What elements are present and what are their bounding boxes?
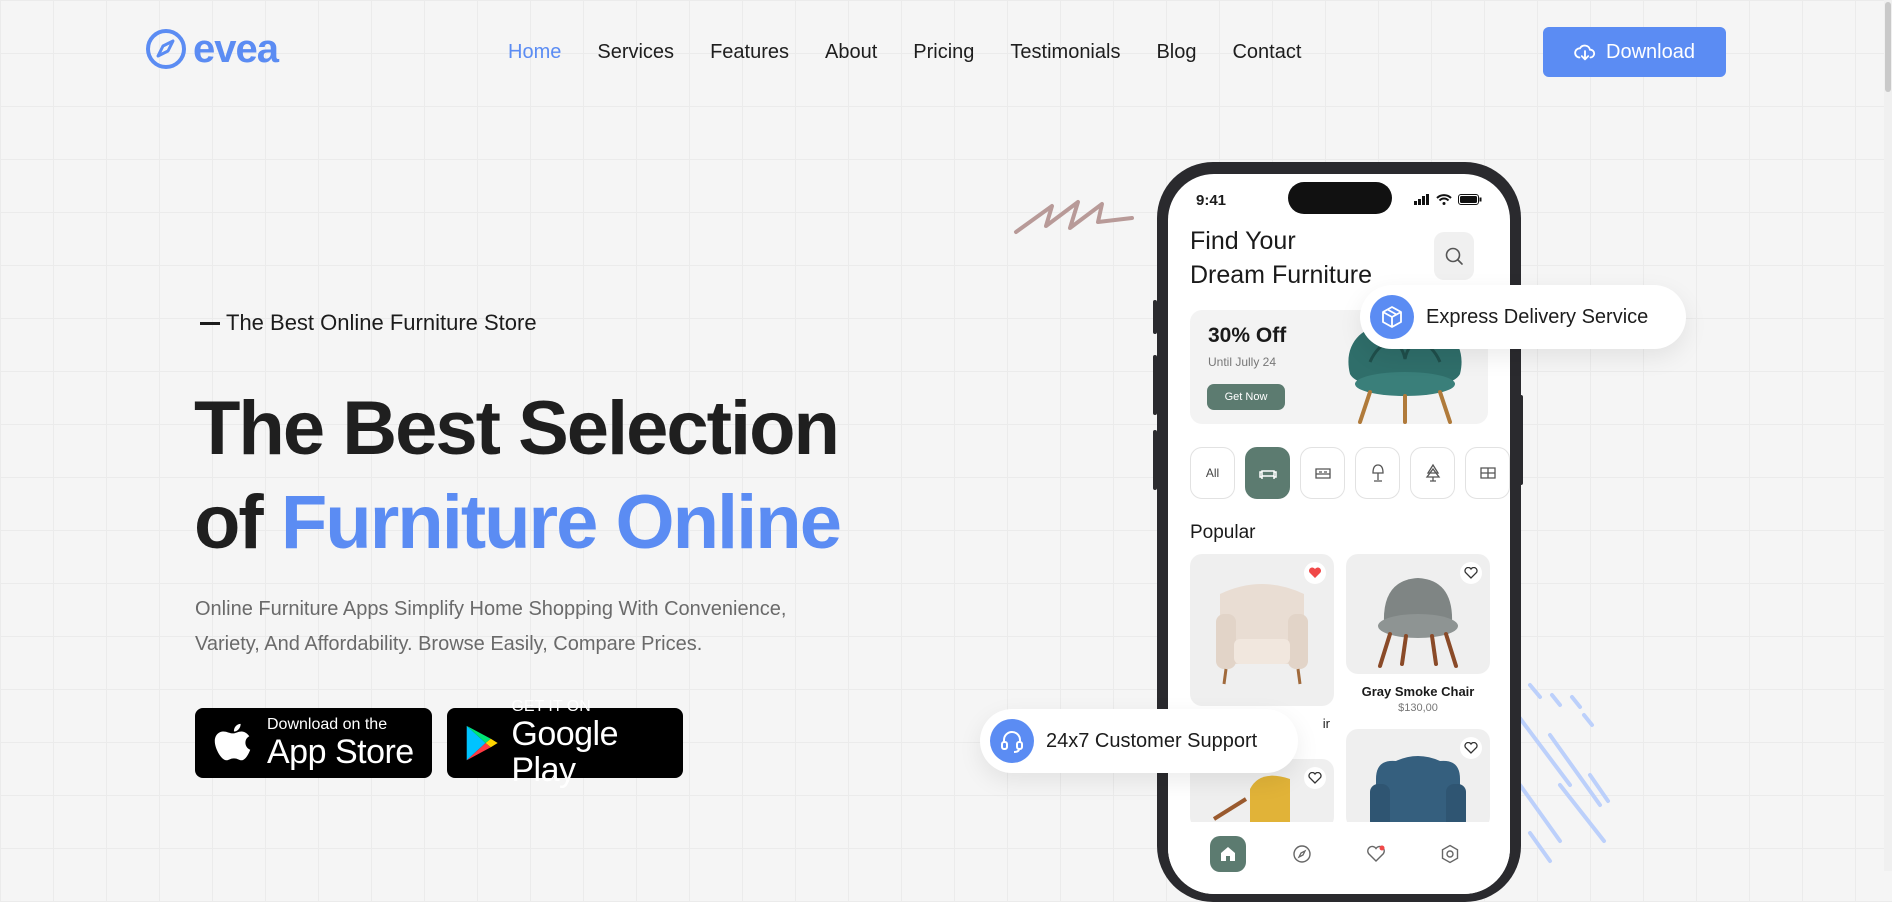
scribble-decoration <box>1014 200 1134 234</box>
category-bed[interactable] <box>1300 447 1345 499</box>
product-price: $130,00 <box>1398 702 1438 714</box>
hero-eyebrow: The Best Online Furniture Store <box>200 310 537 336</box>
customer-support-badge: 24x7 Customer Support <box>980 709 1298 773</box>
promo-subtitle: Until Jully 24 <box>1208 355 1277 369</box>
googleplay-small-text: GET IT ON <box>511 698 591 715</box>
product-card[interactable] <box>1190 554 1334 706</box>
phone-screen: 9:41 Find Your Dream Furniture 30% Off U… <box>1168 174 1510 894</box>
support-text: 24x7 Customer Support <box>1046 729 1258 752</box>
delivery-icon-circle <box>1370 295 1414 339</box>
googleplay-big-text: Google Play <box>511 715 619 789</box>
nav-blog[interactable]: Blog <box>1156 38 1196 66</box>
status-icons <box>1414 194 1482 205</box>
favorite-button[interactable] <box>1304 562 1326 584</box>
favorite-button[interactable] <box>1460 562 1482 584</box>
nav-contact[interactable]: Contact <box>1232 38 1301 66</box>
search-icon <box>1445 247 1463 265</box>
headset-icon <box>1001 731 1023 753</box>
product-card[interactable] <box>1346 554 1490 674</box>
nav-home[interactable]: Home <box>508 38 561 66</box>
logo[interactable]: evea <box>145 27 279 71</box>
product-name: Gray Smoke Chair <box>1361 684 1475 699</box>
battery-icon <box>1458 194 1482 205</box>
apple-icon <box>214 723 251 761</box>
category-sofa[interactable] <box>1245 447 1290 499</box>
download-button[interactable]: Download <box>1543 27 1726 77</box>
scrollbar[interactable] <box>1884 0 1892 871</box>
package-icon <box>1382 306 1402 328</box>
bed-icon <box>1314 468 1331 479</box>
eyebrow-dash <box>200 321 220 325</box>
google-play-button[interactable]: GET IT ON Google Play <box>447 698 683 788</box>
app-title-line2: Dream Furniture <box>1190 261 1372 289</box>
wifi-icon <box>1436 194 1452 205</box>
express-delivery-badge: Express Delivery Service <box>1360 285 1686 349</box>
product-card[interactable] <box>1346 729 1490 829</box>
download-label: Download <box>1606 40 1695 63</box>
heart-filled-icon <box>1308 567 1322 578</box>
status-time: 9:41 <box>1196 192 1227 209</box>
heart-outline-icon <box>1464 742 1478 754</box>
appstore-big-text: App Store <box>267 733 414 771</box>
dynamic-island <box>1288 182 1392 214</box>
google-play-icon <box>466 725 498 761</box>
app-store-button[interactable]: Download on the App Store <box>195 708 432 778</box>
signal-icon <box>1414 194 1429 205</box>
bottom-nav-home[interactable] <box>1210 836 1246 872</box>
favorite-button[interactable] <box>1304 767 1326 789</box>
lamp-icon <box>1371 464 1384 482</box>
app-title: Find Your Dream Furniture <box>1190 224 1372 292</box>
cloud-download-icon <box>1574 44 1596 61</box>
heart-outline-icon <box>1308 772 1322 784</box>
compass-logo-icon <box>146 29 186 69</box>
appstore-small-text: Download on the <box>267 716 388 733</box>
heart-outline-icon <box>1464 567 1478 579</box>
nav-about[interactable]: About <box>825 38 877 66</box>
headline-of: of <box>194 480 264 565</box>
cabinet-icon <box>1479 467 1496 479</box>
scrollbar-thumb[interactable] <box>1885 2 1891 92</box>
nav-pricing[interactable]: Pricing <box>913 38 974 66</box>
category-all[interactable]: All <box>1190 447 1235 499</box>
nav-services[interactable]: Services <box>597 38 674 66</box>
nav-features[interactable]: Features <box>710 38 789 66</box>
category-lamp[interactable] <box>1355 447 1400 499</box>
category-list: All <box>1190 447 1510 499</box>
delivery-text: Express Delivery Service <box>1426 305 1649 328</box>
settings-icon <box>1441 844 1459 864</box>
sofa-icon <box>1258 470 1277 479</box>
get-now-button[interactable]: Get Now <box>1207 384 1285 410</box>
headline-line1: The Best Selection <box>194 386 840 471</box>
compass-icon <box>1293 845 1311 863</box>
plant-icon <box>1425 463 1440 482</box>
nav-testimonials[interactable]: Testimonials <box>1010 38 1120 66</box>
category-cabinet[interactable] <box>1465 447 1510 499</box>
app-title-line1: Find Your <box>1190 227 1296 255</box>
support-icon-circle <box>990 719 1034 763</box>
heart-icon <box>1367 845 1385 862</box>
app-search-button[interactable] <box>1434 232 1474 280</box>
popular-heading: Popular <box>1190 522 1256 543</box>
phone-mockup: 9:41 Find Your Dream Furniture 30% Off U… <box>1157 162 1521 902</box>
bottom-nav-explore[interactable] <box>1284 836 1320 872</box>
hero-description: Online Furniture Apps Simplify Home Shop… <box>195 598 787 655</box>
headline-accent: Furniture Online <box>280 480 842 565</box>
app-bottom-nav <box>1168 822 1510 894</box>
brand-name: evea <box>193 27 279 71</box>
bottom-nav-settings[interactable] <box>1432 836 1468 872</box>
hero-headline: The Best Selection of Furniture Online <box>194 382 842 570</box>
category-plant[interactable] <box>1410 447 1455 499</box>
promo-title: 30% Off <box>1208 324 1287 347</box>
bottom-nav-favorites[interactable] <box>1358 836 1394 872</box>
main-nav: Home Services Features About Pricing Tes… <box>508 38 1301 66</box>
eyebrow-text: The Best Online Furniture Store <box>226 310 537 335</box>
home-icon <box>1221 847 1235 861</box>
favorite-button[interactable] <box>1460 737 1482 759</box>
